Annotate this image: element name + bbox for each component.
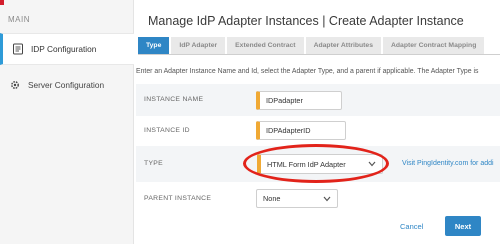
tabs-divider xyxy=(138,54,500,55)
pingidentity-link[interactable]: Visit PingIdentity.com for addi xyxy=(402,160,494,167)
main-content: Manage IdP Adapter Instances | Create Ad… xyxy=(134,0,500,244)
instance-id-input[interactable]: IDPAdapterID xyxy=(256,121,346,140)
instance-name-label: INSTANCE NAME xyxy=(144,96,204,103)
gear-icon xyxy=(8,78,22,92)
next-button[interactable]: Next xyxy=(445,216,481,236)
instance-name-input[interactable]: IDPadapter xyxy=(256,91,342,110)
sidebar-item-label: Server Configuration xyxy=(28,80,105,90)
tab-idp-adapter[interactable]: IdP Adapter xyxy=(171,37,228,54)
type-label: TYPE xyxy=(144,160,163,167)
parent-instance-select[interactable]: None xyxy=(256,189,338,208)
parent-instance-label: PARENT INSTANCE xyxy=(144,195,212,202)
instance-id-label: INSTANCE ID xyxy=(144,127,190,134)
instance-name-row: INSTANCE NAME IDPadapter xyxy=(136,84,500,116)
parent-instance-value: None xyxy=(263,194,281,203)
sidebar-heading: MAIN xyxy=(8,15,30,24)
sidebar-item-server-configuration[interactable]: Server Configuration xyxy=(0,69,134,101)
page-title: Manage IdP Adapter Instances | Create Ad… xyxy=(148,14,464,28)
sidebar-item-idp-configuration[interactable]: IDP Configuration xyxy=(0,33,141,65)
instance-id-row: INSTANCE ID IDPAdapterID xyxy=(136,116,500,146)
highlight-circle xyxy=(243,144,389,183)
intro-text: Enter an Adapter Instance Name and Id, s… xyxy=(136,68,479,75)
tab-type[interactable]: Type xyxy=(138,37,172,54)
cancel-button[interactable]: Cancel xyxy=(400,222,423,231)
wizard-tabs: Type IdP Adapter Extended Contract Adapt… xyxy=(138,37,487,54)
brand-mark xyxy=(0,0,4,5)
sidebar: MAIN IDP Configuration Server Configurat… xyxy=(0,0,141,244)
tab-adapter-attributes[interactable]: Adapter Attributes xyxy=(305,37,383,54)
document-list-icon xyxy=(11,42,25,56)
tab-extended-contract[interactable]: Extended Contract xyxy=(227,37,306,54)
parent-instance-row: PARENT INSTANCE None xyxy=(136,182,500,216)
chevron-down-icon xyxy=(323,196,331,201)
sidebar-item-label: IDP Configuration xyxy=(31,44,97,54)
tab-adapter-contract-mapping[interactable]: Adapter Contract Mapping xyxy=(383,37,487,54)
